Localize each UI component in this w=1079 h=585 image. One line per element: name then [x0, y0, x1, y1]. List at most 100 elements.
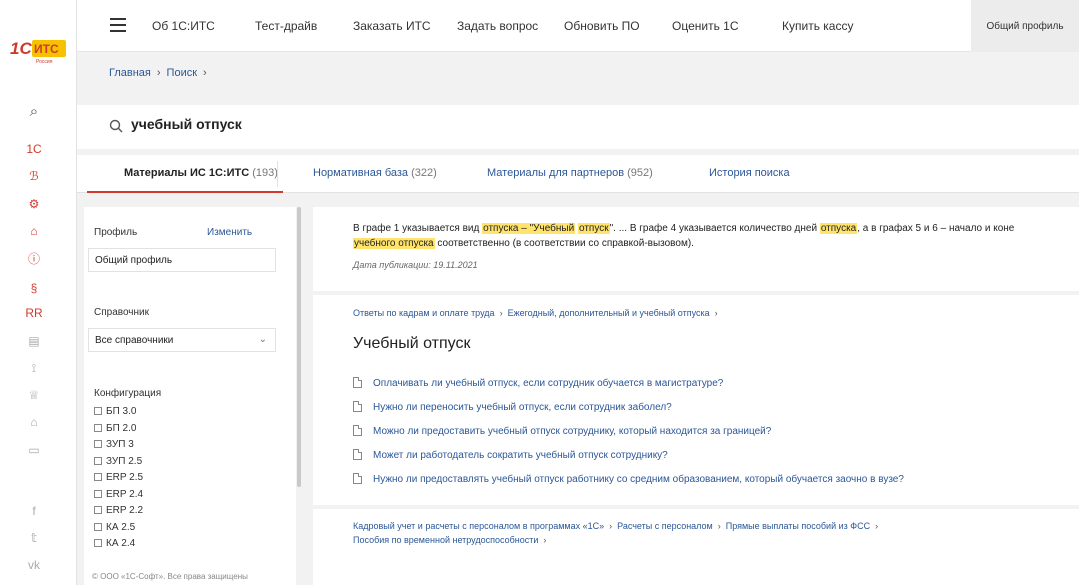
question-text: Нужно ли переносить учебный отпуск, если… — [373, 402, 672, 413]
document-icon[interactable]: ▤ — [26, 333, 42, 349]
configuration-label: Конфигурация — [94, 388, 162, 399]
document-icon — [353, 401, 362, 412]
nav-rate-1c[interactable]: Оценить 1С — [672, 19, 739, 33]
config-checkbox[interactable]: ЗУП 3 — [94, 439, 134, 450]
nav-about[interactable]: Об 1С:ИТС — [152, 19, 215, 33]
gears-icon[interactable]: ⚙ — [26, 196, 42, 212]
checkbox-icon — [94, 473, 102, 481]
tab-search-history[interactable]: История поиска — [709, 167, 790, 179]
config-checkbox[interactable]: БП 3.0 — [94, 406, 136, 417]
result-breadcrumb: Кадровый учет и расчеты с персоналом в п… — [353, 521, 879, 531]
nav-ask-question[interactable]: Задать вопрос — [457, 19, 538, 33]
config-label: ЗУП 2.5 — [106, 455, 143, 467]
question-text: Можно ли предоставить учебный отпуск сот… — [373, 426, 772, 437]
search-result-topic: Кадровый учет и расчеты с персоналом в п… — [313, 509, 1079, 585]
top-navigation: Об 1С:ИТС Тест-драйв Заказать ИТС Задать… — [77, 0, 1079, 52]
publication-date: Дата публикации: 19.11.2021 — [353, 260, 478, 270]
reference-select[interactable]: Все справочники ⌄ — [88, 328, 276, 352]
menu-icon[interactable] — [110, 18, 126, 32]
checkbox-icon — [94, 423, 102, 432]
question-link[interactable]: Можно ли предоставить учебный отпуск сот… — [353, 425, 771, 437]
result-title[interactable]: Учебный отпуск — [353, 335, 470, 353]
question-link[interactable]: Нужно ли переносить учебный отпуск, если… — [353, 401, 672, 413]
document-icon — [353, 449, 362, 460]
nav-buy-register[interactable]: Купить кассу — [782, 19, 853, 33]
question-link[interactable]: Нужно ли предоставлять учебный отпуск ра… — [353, 473, 904, 485]
document-icon — [353, 425, 362, 436]
tab-its-materials[interactable]: Материалы ИС 1С:ИТС (193) — [124, 167, 278, 179]
facebook-icon[interactable]: f — [26, 503, 42, 519]
profile-field[interactable]: Общий профиль — [88, 248, 276, 272]
checkbox-icon — [94, 489, 102, 498]
crumb-link[interactable]: Ответы по кадрам и оплате труда — [353, 308, 495, 318]
active-tab-indicator — [87, 191, 283, 193]
config-checkbox[interactable]: ERP 2.4 — [94, 489, 143, 500]
result-breadcrumb: Ответы по кадрам и оплате труда › Ежегодны… — [353, 308, 718, 318]
snippet-text: В графе 1 указывается вид отпуска – "Уче… — [353, 223, 1015, 249]
question-text: Оплачивать ли учебный отпуск, если сотру… — [373, 378, 724, 389]
question-link[interactable]: Может ли работодатель сократить учебный … — [353, 449, 668, 461]
search-icon[interactable]: ⌕ — [26, 103, 42, 120]
reference-select-value: Все справочники — [95, 335, 174, 346]
crumb-link[interactable]: Ежегодный, дополнительный и учебный отпу… — [508, 308, 710, 318]
question-link[interactable]: Оплачивать ли учебный отпуск, если сотру… — [353, 377, 723, 389]
crumb-link[interactable]: Расчеты с персоналом — [617, 521, 713, 531]
chat-icon[interactable]: ▭ — [26, 442, 42, 458]
search-input[interactable] — [131, 116, 831, 132]
document-icon — [353, 377, 362, 388]
checkbox-icon — [94, 456, 102, 465]
people-icon[interactable]: RR — [25, 305, 42, 321]
config-checkbox[interactable]: ERP 2.5 — [94, 472, 143, 483]
checkbox-icon — [94, 522, 102, 531]
config-checkbox[interactable]: ERP 2.2 — [94, 505, 143, 516]
config-checkbox[interactable]: КА 2.5 — [94, 522, 135, 533]
config-label: КА 2.5 — [106, 521, 136, 533]
graduation-cap-icon[interactable]: ⌂ — [26, 414, 42, 430]
change-profile-link[interactable]: Изменить — [207, 227, 252, 238]
search-result-snippet: В графе 1 указывается вид отпуска – "Уче… — [313, 207, 1079, 291]
nav-update-software[interactable]: Обновить ПО — [564, 19, 640, 33]
result-tabs: Материалы ИС 1С:ИТС (193) Нормативная ба… — [77, 155, 1079, 193]
tab-regulatory-base[interactable]: Нормативная база (322) — [313, 167, 437, 179]
crumb-link[interactable]: Пособия по временной нетрудоспособности — [353, 535, 538, 545]
search-bar: › — [77, 105, 1079, 149]
info-icon[interactable]: ⓘ — [26, 250, 42, 266]
question-text: Может ли работодатель сократить учебный … — [373, 450, 668, 461]
twitter-icon[interactable]: 𝕥 — [26, 530, 42, 546]
config-label: ERP 2.4 — [106, 488, 144, 500]
checkbox-icon — [94, 506, 102, 514]
paragraph-icon[interactable]: § — [26, 280, 42, 296]
config-checkbox[interactable]: КА 2.4 — [94, 538, 135, 549]
config-label: БП 3.0 — [106, 406, 137, 417]
checkbox-icon — [94, 407, 102, 415]
chevron-down-icon: ⌄ — [258, 334, 267, 345]
vk-icon[interactable]: vk — [26, 557, 42, 573]
search-result-topic: Ответы по кадрам и оплате труда › Ежегодны… — [313, 295, 1079, 505]
breadcrumb-search[interactable]: Поиск — [167, 67, 197, 79]
profile-button[interactable]: Общий профиль — [971, 0, 1079, 52]
filters-scrollbar[interactable] — [297, 207, 301, 487]
svg-text:1С: 1С — [10, 39, 32, 58]
tab-partner-materials[interactable]: Материалы для партнеров (952) — [487, 167, 653, 179]
library-icon[interactable]: ⌂ — [26, 223, 42, 239]
breadcrumb-home[interactable]: Главная — [109, 67, 151, 79]
nav-test-drive[interactable]: Тест-драйв — [255, 19, 317, 33]
result-breadcrumb-line2: Пособия по временной нетрудоспособности › — [353, 535, 547, 545]
nav-order-its[interactable]: Заказать ИТС — [353, 19, 431, 33]
crumb-link[interactable]: Кадровый учет и расчеты с персоналом в п… — [353, 521, 604, 531]
config-label: ЗУП 3 — [106, 439, 134, 450]
left-rail: 1С ИТС Россия ⌕ 1С ℬ ⚙ ⌂ ⓘ § RR ▤ ⟟ ♕ ⌂ ▭ f 𝕥 vk — [0, 0, 77, 585]
brand-logo[interactable]: 1С ИТС Россия — [8, 36, 68, 66]
document-icon — [353, 473, 362, 484]
shield-icon[interactable]: ℬ — [26, 168, 42, 184]
config-checkbox[interactable]: БП 2.0 — [94, 423, 136, 434]
crumb-link[interactable]: Прямые выплаты пособий из ФСС — [726, 521, 870, 531]
trophy-icon[interactable]: ♕ — [26, 387, 42, 403]
1c-icon[interactable]: 1С — [26, 141, 42, 157]
config-label: КА 2.4 — [106, 538, 136, 549]
search-icon — [109, 119, 123, 133]
checkbox-icon — [94, 440, 102, 448]
megaphone-icon[interactable]: ⟟ — [26, 360, 42, 376]
config-checkbox[interactable]: ЗУП 2.5 — [94, 456, 142, 467]
copyright-note: © ООО «1С-Софт». Все права защищены — [84, 569, 296, 585]
